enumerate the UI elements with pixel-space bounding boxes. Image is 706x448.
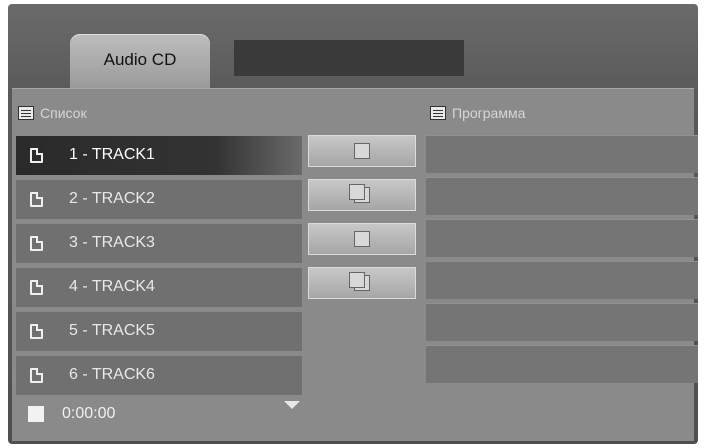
file-icon <box>30 279 43 295</box>
program-title: Программа <box>452 105 526 121</box>
list-icon <box>18 106 34 120</box>
track-row[interactable]: 3 - TRACK3 <box>16 223 302 263</box>
add-track-button[interactable] <box>308 135 416 167</box>
track-row[interactable]: 2 - TRACK2 <box>16 179 302 219</box>
add-all-tracks-button[interactable] <box>308 179 416 211</box>
add-all-tracks-icon <box>349 184 370 203</box>
program-controls <box>308 135 416 311</box>
remove-track-icon <box>354 231 370 247</box>
track-label: 5 - TRACK5 <box>69 322 155 339</box>
program-row[interactable] <box>426 177 698 215</box>
track-label: 2 - TRACK2 <box>69 190 155 207</box>
tab-label: Audio CD <box>103 50 177 69</box>
track-row[interactable]: 1 - TRACK1 <box>16 135 302 175</box>
track-label: 3 - TRACK3 <box>69 234 155 251</box>
file-icon <box>30 191 43 207</box>
program-header: Программа <box>430 105 525 121</box>
tab-audio-cd[interactable]: Audio CD <box>70 34 210 88</box>
remove-all-tracks-button[interactable] <box>308 267 416 299</box>
remove-all-tracks-icon <box>349 272 370 291</box>
track-row[interactable]: 4 - TRACK4 <box>16 267 302 307</box>
program-row[interactable] <box>426 219 698 257</box>
program-list-icon <box>430 106 446 120</box>
track-row[interactable]: 5 - TRACK5 <box>16 311 302 351</box>
main-panel: Список Программа 1 - TRACK1 2 - TRACK2 3… <box>12 88 698 441</box>
file-icon <box>30 235 43 251</box>
list-title: Список <box>40 105 87 121</box>
list-header: Список <box>18 105 87 121</box>
top-title-bar <box>234 40 464 76</box>
track-row[interactable]: 6 - TRACK6 <box>16 355 302 395</box>
program-row[interactable] <box>426 135 698 173</box>
program-row[interactable] <box>426 261 698 299</box>
file-icon <box>30 367 43 383</box>
scroll-down-icon[interactable] <box>284 401 300 409</box>
file-icon <box>30 147 43 163</box>
program-row[interactable] <box>426 303 698 341</box>
file-icon <box>30 323 43 339</box>
track-label: 6 - TRACK6 <box>69 366 155 383</box>
program-list <box>426 135 698 387</box>
program-row[interactable] <box>426 345 698 383</box>
stop-icon[interactable] <box>28 406 44 422</box>
track-list: 1 - TRACK1 2 - TRACK2 3 - TRACK3 4 - TRA… <box>16 135 302 399</box>
add-track-icon <box>354 143 370 159</box>
status-bar: 0:00:00 <box>28 405 115 423</box>
track-label: 4 - TRACK4 <box>69 278 155 295</box>
audio-cd-window: Audio CD Список Программа 1 - TRACK1 2 -… <box>8 4 698 444</box>
remove-track-button[interactable] <box>308 223 416 255</box>
playback-time: 0:00:00 <box>62 405 116 422</box>
track-label: 1 - TRACK1 <box>69 146 155 163</box>
